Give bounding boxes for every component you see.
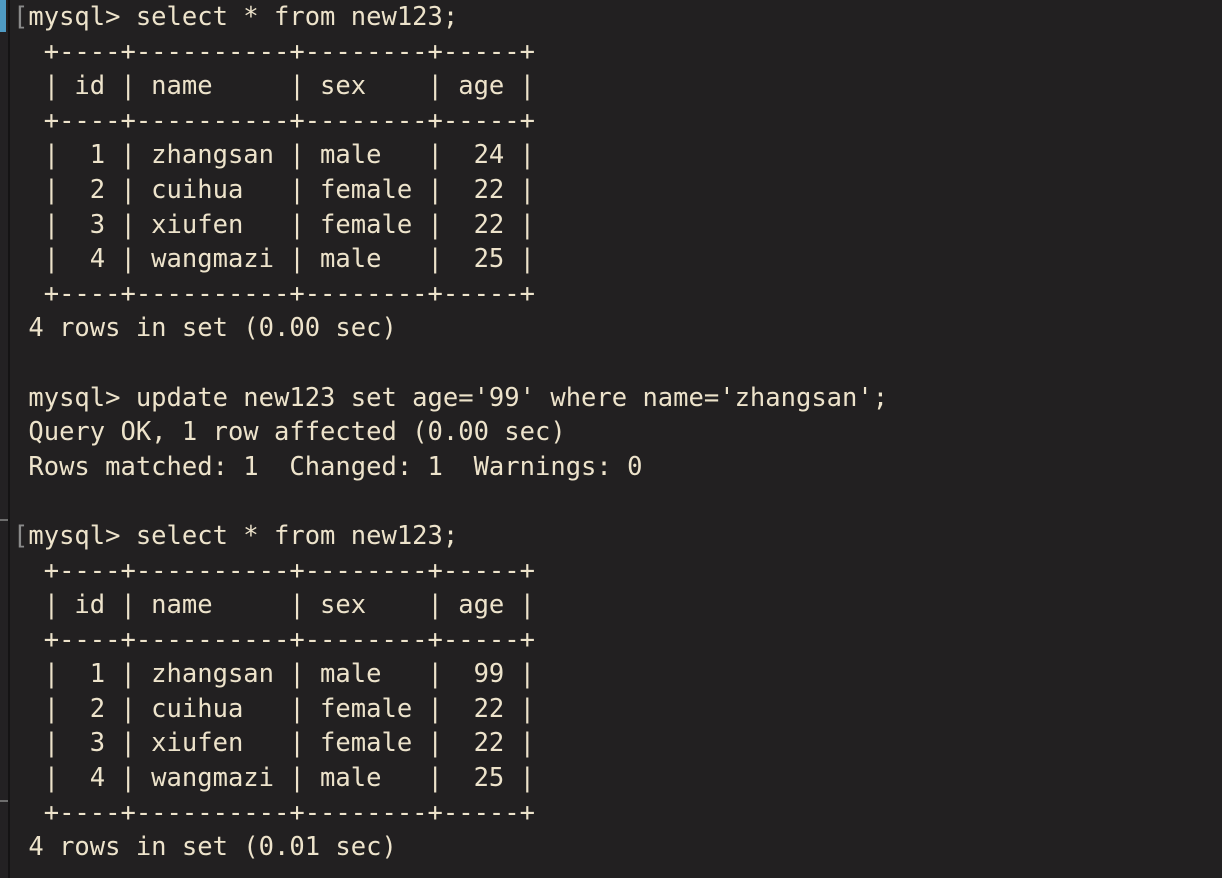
line-marker [13,417,28,447]
terminal-line-row: | 1 | zhangsan | male | 24 | [13,138,1222,173]
gutter-divider [8,0,10,878]
terminal-line-text: | 3 | xiufen | female | 22 | [28,209,535,240]
terminal-line-row: | 4 | wangmazi | male | 25 | [13,761,1222,796]
line-marker [13,383,28,413]
terminal-screen[interactable]: [mysql> select * from new123; +----+----… [13,0,1222,878]
terminal-line-header: | id | name | sex | age | [13,588,1222,623]
terminal-line-row: | 1 | zhangsan | male | 99 | [13,657,1222,692]
terminal-line-status: 4 rows in set (0.00 sec) [13,311,1222,346]
terminal-line-text: Rows matched: 1 Changed: 1 Warnings: 0 [28,451,643,482]
terminal-line-status: Rows matched: 1 Changed: 1 Warnings: 0 [13,450,1222,485]
line-marker [13,175,28,205]
terminal-line-rule: +----+----------+--------+-----+ [13,277,1222,312]
terminal-line-rule: +----+----------+--------+-----+ [13,35,1222,70]
vertical-scrollbar-thumb[interactable] [0,0,6,32]
terminal-line-header: | id | name | sex | age | [13,69,1222,104]
terminal-line-row: | 3 | xiufen | female | 22 | [13,726,1222,761]
terminal-line-text: | 1 | zhangsan | male | 99 | [28,659,535,690]
terminal-line-row: | 3 | xiufen | female | 22 | [13,208,1222,243]
terminal-line-rule: +----+----------+--------+-----+ [13,796,1222,831]
terminal-line-rule: +----+----------+--------+-----+ [13,104,1222,139]
line-marker [13,140,28,170]
line-marker [13,106,28,136]
line-marker [13,348,28,378]
terminal-line-text: | 3 | xiufen | female | 22 | [28,728,535,759]
scrollbar-mark-upper [0,519,8,521]
line-marker [13,313,28,343]
terminal-line-text: +----+----------+--------+-----+ [28,36,535,67]
terminal-line-row: | 2 | cuihua | female | 22 | [13,692,1222,727]
terminal-line-text: mysql> update new123 set age='99' where … [28,382,889,413]
terminal-line-text: Query OK, 1 row affected (0.00 sec) [28,417,566,448]
scrollbar-mark-lower [0,800,8,802]
terminal-line-text: +----+----------+--------+-----+ [28,105,535,136]
terminal-line-prompt: [mysql> select * from new123; [13,519,1222,554]
line-marker [13,71,28,101]
line-marker [13,556,28,586]
terminal-line-text: | 4 | wangmazi | male | 25 | [28,244,535,275]
terminal-line-text: | 1 | zhangsan | male | 24 | [28,140,535,171]
terminal-line-text: +----+----------+--------+-----+ [28,797,535,828]
line-marker [13,279,28,309]
terminal-line-text: 4 rows in set (0.00 sec) [28,313,397,344]
terminal-line-text: +----+----------+--------+-----+ [28,555,535,586]
line-marker [13,590,28,620]
terminal-line-text: +----+----------+--------+-----+ [28,278,535,309]
terminal-line-text: | id | name | sex | age | [28,590,535,621]
line-marker: [ [13,2,29,32]
terminal-line-row: | 2 | cuihua | female | 22 | [13,173,1222,208]
terminal-line-blank [13,484,1222,519]
line-marker [13,486,28,516]
line-marker [13,694,28,724]
terminal-line-blank [13,346,1222,381]
line-marker [13,37,28,67]
line-marker [13,798,28,828]
terminal-line-rule: +----+----------+--------+-----+ [13,554,1222,589]
terminal-line-status: Query OK, 1 row affected (0.00 sec) [13,415,1222,450]
line-marker [13,728,28,758]
terminal-line-rule: +----+----------+--------+-----+ [13,623,1222,658]
terminal-line-text: | id | name | sex | age | [28,71,535,102]
terminal-line-text: mysql> select * from new123; [28,2,459,32]
line-marker [13,452,28,482]
line-marker [13,763,28,793]
terminal-line-row: | 4 | wangmazi | male | 25 | [13,242,1222,277]
line-marker [13,625,28,655]
terminal-line-text: +----+----------+--------+-----+ [28,624,535,655]
terminal-line-text: | 2 | cuihua | female | 22 | [28,693,535,724]
terminal-line-prompt: [mysql> select * from new123; [13,0,1222,35]
terminal-line-text: | 2 | cuihua | female | 22 | [28,174,535,205]
terminal-line-text: mysql> select * from new123; [28,520,459,551]
terminal-line-text: | 4 | wangmazi | male | 25 | [28,763,535,794]
line-marker [13,659,28,689]
terminal-window[interactable]: [mysql> select * from new123; +----+----… [0,0,1222,878]
terminal-line-status: 4 rows in set (0.01 sec) [13,830,1222,865]
line-marker [13,210,28,240]
terminal-line-text: 4 rows in set (0.01 sec) [28,832,397,863]
line-marker [13,832,28,862]
line-marker: [ [13,520,29,551]
line-marker [13,244,28,274]
terminal-line-prompt: mysql> update new123 set age='99' where … [13,381,1222,416]
